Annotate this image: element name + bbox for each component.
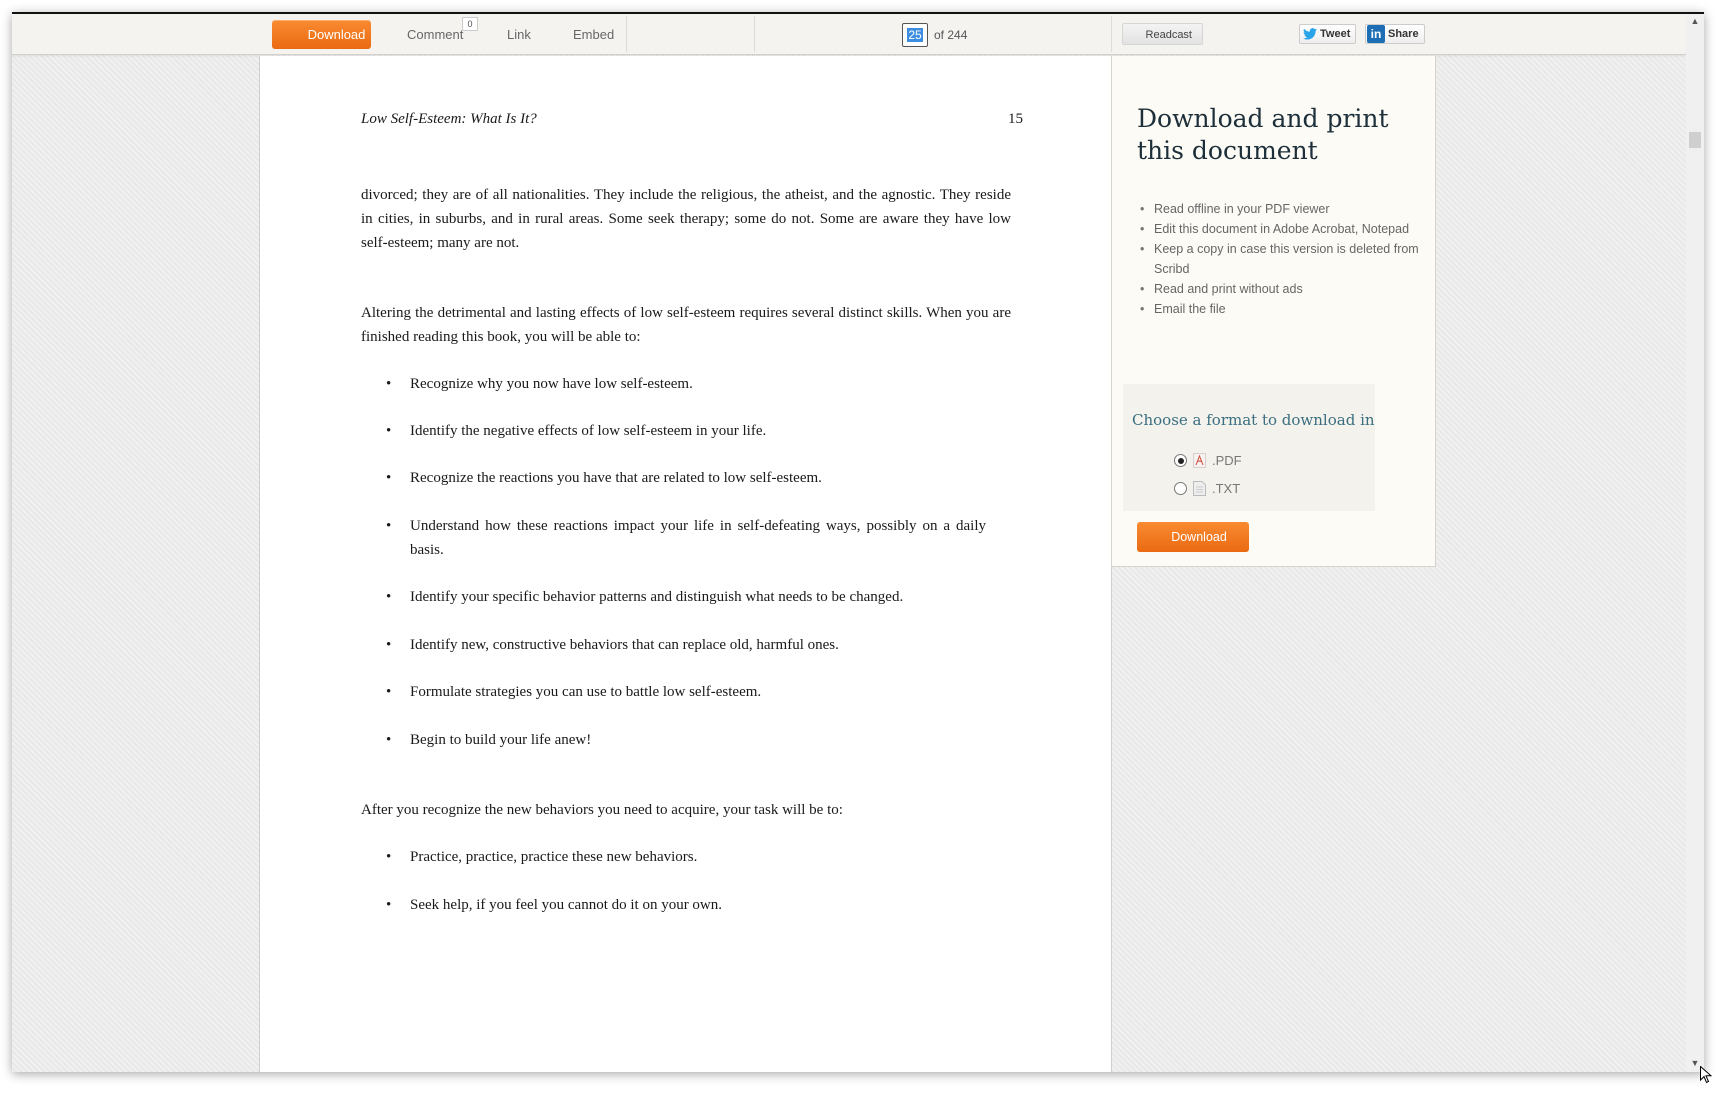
list-item-text: Identify the negative effects of low sel… [410,423,767,439]
paragraph: After you recognize the new behaviors yo… [361,802,843,818]
comment-label: Comment [407,27,464,42]
format-chooser: Choose a format to download in .PDF .TXT [1123,384,1375,511]
readcast-button[interactable]: Readcast [1122,23,1203,45]
browser-window: Download Comment 0 Link Embed 25 of 244 … [12,12,1704,1072]
share-label: Share [1388,28,1419,40]
list-item-text: Identify new, constructive behaviors tha… [410,637,839,653]
toolbar-divider [626,16,627,52]
txt-radio[interactable] [1174,482,1187,495]
download-button[interactable]: Download [1137,522,1249,552]
bullet-icon: • [386,684,392,700]
txt-file-icon [1193,481,1206,496]
benefit-item: Read offline in your PDF viewer [1140,199,1420,219]
readcast-label: Readcast [1145,29,1192,41]
bullet-icon: • [386,637,392,653]
benefit-item: Edit this document in Adobe Acrobat, Not… [1140,219,1420,239]
vertical-scrollbar[interactable]: ▲ ▼ [1686,14,1704,1072]
toolbar-divider [1111,16,1112,52]
embed-label: Embed [573,27,615,42]
list-item-text: Formulate strategies you can use to batt… [410,684,762,700]
bullet-icon: • [386,376,392,392]
mouse-cursor-icon [1700,1066,1712,1084]
tweet-button[interactable]: Tweet [1299,24,1357,44]
list-item-text: Recognize the reactions you have that ar… [410,470,822,486]
embed-button[interactable]: Embed [573,20,614,49]
benefit-item: Email the file [1140,299,1420,319]
list-item-text: Seek help, if you feel you cannot do it … [410,897,723,913]
toolbar-divider [754,16,755,52]
format-option-txt[interactable]: .TXT [1174,481,1240,496]
pdf-radio[interactable] [1174,454,1187,467]
toolbar-download-label: Download [307,27,366,42]
twitter-bird-icon [1303,28,1317,40]
download-panel-title: Download and print this document [1137,104,1389,165]
bullet-icon: • [386,849,392,865]
bullet-icon: • [386,423,392,439]
benefit-item: Keep a copy in case this version is dele… [1140,239,1420,279]
linkedin-share-button[interactable]: in Share [1365,24,1425,44]
link-label: Link [507,27,531,42]
bullet-icon: • [386,732,392,748]
printed-page-number: 15 [1008,111,1023,127]
pdf-file-icon [1193,453,1206,468]
list-item-text: Begin to build your life anew! [410,732,592,748]
current-page-value: 25 [907,28,923,42]
list-item-text: Identify your specific behavior patterns… [410,589,904,605]
list-item-text: Practice, practice, practice these new b… [410,849,698,865]
document-toolbar: Download Comment 0 Link Embed 25 of 244 … [12,14,1686,55]
format-option-pdf[interactable]: .PDF [1174,453,1242,468]
link-button[interactable]: Link [507,20,531,49]
txt-label: .TXT [1212,481,1241,496]
comment-button[interactable]: Comment [407,20,463,49]
running-head: Low Self-Esteem: What Is It? [361,111,537,127]
format-chooser-title: Choose a format to download in [1132,411,1375,429]
benefits-list: Read offline in your PDF viewer Edit thi… [1140,199,1420,319]
document-page: Low Self-Esteem: What Is It? 15 divorced… [259,56,1112,1072]
page-number-input[interactable]: 25 [902,23,928,47]
pdf-label: .PDF [1212,453,1242,468]
download-button-label: Download [1171,530,1227,544]
bullet-icon: • [386,589,392,605]
scrollbar-thumb[interactable] [1689,132,1701,148]
download-panel: Download and print this document Read of… [1111,56,1436,567]
bullet-icon: • [386,518,392,534]
comment-count-badge: 0 [462,17,478,31]
toolbar-download-button[interactable]: Download [272,20,371,49]
paragraph: divorced; they are of all nationalities.… [361,187,1011,251]
scroll-up-arrow-icon[interactable]: ▲ [1689,16,1701,28]
list-item-text: Recognize why you now have low self-este… [410,376,693,392]
tweet-label: Tweet [1320,28,1351,40]
paragraph: Altering the detrimental and lasting eff… [361,305,1011,345]
page-total: of 244 [934,28,968,42]
linkedin-icon: in [1367,25,1385,43]
bullet-icon: • [386,470,392,486]
list-item-text: Understand how these reactions impact yo… [410,518,986,558]
benefit-item: Read and print without ads [1140,279,1420,299]
bullet-icon: • [386,897,392,913]
